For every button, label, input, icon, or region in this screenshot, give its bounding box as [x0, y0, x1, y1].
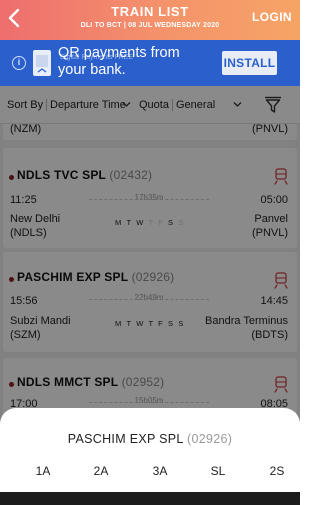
sheet-train-name: PASCHIM EXP SPL [67, 432, 184, 446]
class-select-sheet: PASCHIM EXP SPL (02926) 1A 2A 3A SL 2S [0, 408, 300, 505]
sheet-title: PASCHIM EXP SPL (02926) [0, 432, 300, 446]
class-option-sl[interactable]: SL [203, 464, 233, 478]
ad-headline: QR payments from your bank. [58, 45, 180, 78]
ad-banner[interactable]: i Digital Payments FREE QR payments from… [0, 40, 300, 86]
login-button[interactable]: LOGIN [252, 10, 292, 24]
class-option-2s[interactable]: 2S [262, 464, 292, 478]
ad-logo-icon [33, 50, 51, 76]
class-option-1a[interactable]: 1A [28, 464, 58, 478]
sheet-train-number: (02926) [187, 432, 233, 446]
system-nav-bar [0, 492, 300, 505]
ad-info-icon[interactable]: i [12, 56, 26, 70]
app-header: TRAIN LIST DLI TO BCT | 08 JUL WEDNESDAY… [0, 0, 300, 40]
ad-install-button[interactable]: INSTALL [222, 51, 277, 75]
class-option-2a[interactable]: 2A [86, 464, 116, 478]
class-option-3a[interactable]: 3A [145, 464, 175, 478]
